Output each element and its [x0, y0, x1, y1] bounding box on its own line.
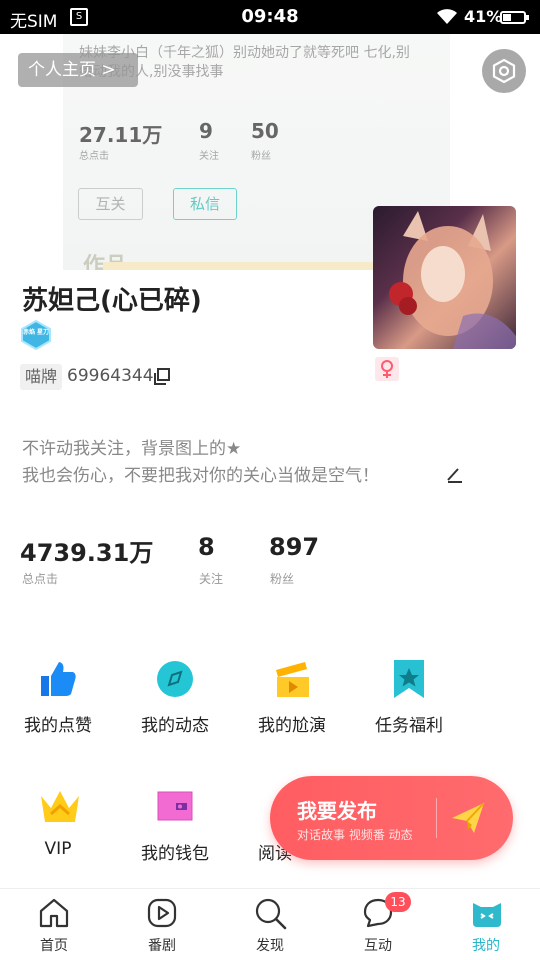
female-gender-icon: [375, 357, 399, 381]
bg-message-button: 私信: [173, 188, 237, 220]
nav-home[interactable]: 首页: [0, 889, 108, 960]
battery-icon: [500, 11, 529, 24]
menu-label: 我的尬演: [258, 716, 326, 736]
username: 苏妲己(心已碎): [22, 286, 202, 316]
play-icon: [146, 897, 178, 933]
personal-page-button[interactable]: 个人主页 >: [18, 53, 138, 87]
copy-icon[interactable]: [152, 367, 172, 387]
bg-stat-value: 9: [199, 119, 213, 143]
battery-percent: 41%: [464, 7, 503, 26]
menu-my-wallet[interactable]: 我的钱包: [125, 788, 225, 898]
bg-stat-value: 50: [251, 119, 279, 143]
bio-line: 我也会伤心，不要把我对你的关心当做是空气！: [22, 466, 379, 486]
bg-stat-label: 总点击: [79, 151, 109, 162]
menu-label: 我的钱包: [141, 844, 209, 864]
bg-mutual-button: 互关: [78, 188, 143, 220]
level-badge-text: 赤焰 星刀: [22, 329, 50, 336]
thumbs-up-icon: [8, 660, 108, 702]
compass-icon: [125, 660, 225, 702]
nav-label: 互动: [364, 938, 392, 954]
nav-discover[interactable]: 发现: [216, 889, 324, 960]
menu-vip[interactable]: VIP: [8, 788, 108, 898]
nav-anime[interactable]: 番剧: [108, 889, 216, 960]
wifi-icon: [436, 9, 458, 30]
stat-fans-value[interactable]: 897: [269, 533, 319, 561]
menu-task-rewards[interactable]: 任务福利: [359, 660, 459, 770]
status-bar: 无SIM S 09:48 41%: [0, 0, 540, 34]
menu-label: 我的点赞: [24, 716, 92, 736]
edit-icon[interactable]: [446, 465, 464, 483]
publish-subtitle: 对话故事 视频番 动态: [297, 828, 413, 842]
bio: 不许动我关注，背景图上的★ 我也会伤心，不要把我对你的关心当做是空气！: [22, 436, 379, 490]
nav-label: 番剧: [148, 938, 176, 954]
nickname-tag: 喵牌: [20, 364, 63, 390]
menu-label: 我的动态: [141, 716, 209, 736]
bottom-nav: 首页 番剧 发现 13 互动 我的: [0, 888, 540, 960]
settings-button[interactable]: [482, 49, 526, 93]
menu-label: 任务福利: [375, 716, 443, 736]
publish-button[interactable]: 我要发布 对话故事 视频番 动态: [270, 776, 513, 860]
clapperboard-icon: [242, 660, 342, 702]
clock: 09:48: [241, 6, 299, 27]
divider: [436, 798, 437, 838]
menu-my-likes[interactable]: 我的点赞: [8, 660, 108, 770]
paper-plane-icon: [450, 800, 486, 840]
avatar[interactable]: [373, 206, 516, 349]
user-id: 69964344: [67, 366, 154, 386]
hexagon-settings-icon: [492, 59, 516, 83]
nav-mine[interactable]: 我的: [432, 889, 540, 960]
nav-interact[interactable]: 13 互动: [324, 889, 432, 960]
star-bookmark-icon: [359, 660, 459, 702]
wallet-icon: [125, 788, 225, 830]
stat-clicks-label: 总点击: [22, 572, 59, 586]
search-icon: [254, 897, 288, 935]
cat-face-icon: [470, 897, 504, 933]
stat-following-value[interactable]: 8: [198, 533, 215, 561]
nav-label: 发现: [256, 938, 284, 954]
bio-line: 不许动我关注，背景图上的★: [22, 439, 242, 459]
level-badge-icon[interactable]: 赤焰 星刀: [20, 319, 52, 351]
publish-title: 我要发布: [297, 799, 377, 823]
notification-badge: 13: [385, 892, 411, 912]
crown-icon: [8, 788, 108, 830]
stat-fans-label: 粉丝: [270, 572, 295, 586]
stat-following-label: 关注: [199, 572, 224, 586]
bg-stat-value: 27.11万: [79, 123, 163, 147]
menu-my-acting[interactable]: 我的尬演: [242, 660, 342, 770]
bg-stat-label: 关注: [199, 151, 219, 162]
nav-label: 首页: [40, 938, 68, 954]
home-icon: [38, 897, 70, 933]
stat-clicks-value[interactable]: 4739.31万: [20, 533, 153, 568]
bg-stat-label: 粉丝: [251, 151, 271, 162]
menu-my-feed[interactable]: 我的动态: [125, 660, 225, 770]
nav-label: 我的: [472, 938, 500, 954]
menu-label: VIP: [44, 839, 72, 859]
